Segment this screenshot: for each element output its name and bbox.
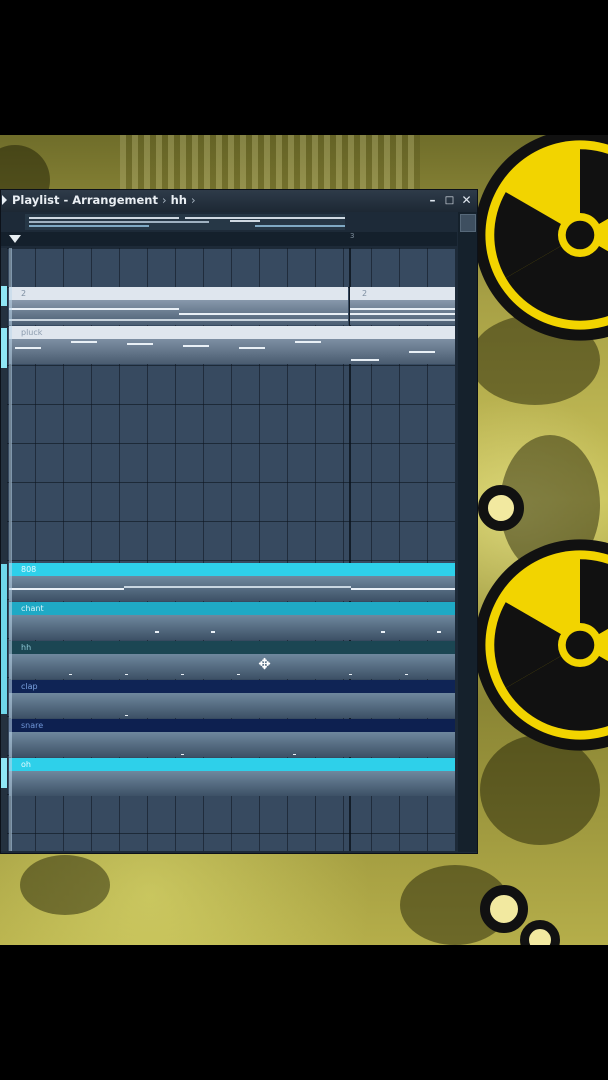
clip-oh[interactable]: oh	[9, 758, 455, 796]
clip-hh[interactable]: hh	[9, 641, 455, 679]
scrollbar-thumb[interactable]	[460, 214, 476, 232]
close-icon[interactable]: ✕	[460, 194, 473, 207]
window-titlebar[interactable]: Playlist - Arrangement › hh › – □ ✕	[1, 190, 477, 212]
clip-label: 808	[9, 563, 455, 576]
clip-label: 2	[9, 287, 348, 300]
maximize-icon[interactable]: □	[443, 194, 456, 207]
bar-marker: 3	[350, 232, 355, 240]
playlist-overview-strip[interactable]	[25, 214, 345, 230]
clip-label: chant	[9, 602, 455, 615]
pattern-arrow-icon[interactable]: ›	[191, 193, 196, 207]
clip-label: 2	[350, 287, 455, 300]
pattern-selector[interactable]: hh	[171, 193, 187, 207]
clip-snare[interactable]: snare	[9, 719, 455, 757]
song-position-marker-icon[interactable]	[9, 235, 21, 243]
clip-label: snare	[9, 719, 455, 732]
wallpaper-ring-icon	[478, 485, 524, 531]
clip-label: clap	[9, 680, 455, 693]
playback-position-line	[9, 248, 12, 851]
clip-label: oh	[9, 758, 455, 771]
wallpaper-city-skyline	[120, 135, 420, 195]
clip-label: hh	[9, 641, 455, 654]
playlist-grid[interactable]: 2 2 pluck 808 chant hh clap snare oh	[7, 248, 455, 851]
move-cursor-icon: ✥	[258, 655, 271, 673]
clip-label: pluck	[9, 326, 455, 339]
timeline-ruler[interactable]: 3	[1, 232, 457, 246]
clip-pattern-2[interactable]: 2	[9, 287, 348, 325]
play-arrow-icon[interactable]	[2, 195, 7, 205]
radiation-symbol-icon	[470, 535, 608, 755]
radiation-symbol-icon	[470, 135, 608, 345]
clip-808[interactable]: 808	[9, 563, 455, 601]
window-title-label: Playlist - Arrangement	[12, 193, 158, 207]
clip-pattern-2[interactable]: 2	[350, 287, 455, 325]
clip-pluck[interactable]: pluck	[9, 326, 455, 364]
clip-chant[interactable]: chant	[9, 602, 455, 640]
letterbox-top	[0, 0, 608, 135]
letterbox-bottom	[0, 945, 608, 1080]
clip-clap[interactable]: clap	[9, 680, 455, 718]
wallpaper-ring-icon	[520, 920, 560, 945]
playlist-window[interactable]: Playlist - Arrangement › hh › – □ ✕ 3 2	[0, 189, 478, 854]
minimize-icon[interactable]: –	[426, 194, 439, 207]
wallpaper-ring-icon	[480, 885, 528, 933]
vertical-scrollbar[interactable]	[458, 212, 477, 852]
window-title: Playlist - Arrangement › hh ›	[12, 193, 196, 207]
title-separator: ›	[161, 193, 167, 207]
